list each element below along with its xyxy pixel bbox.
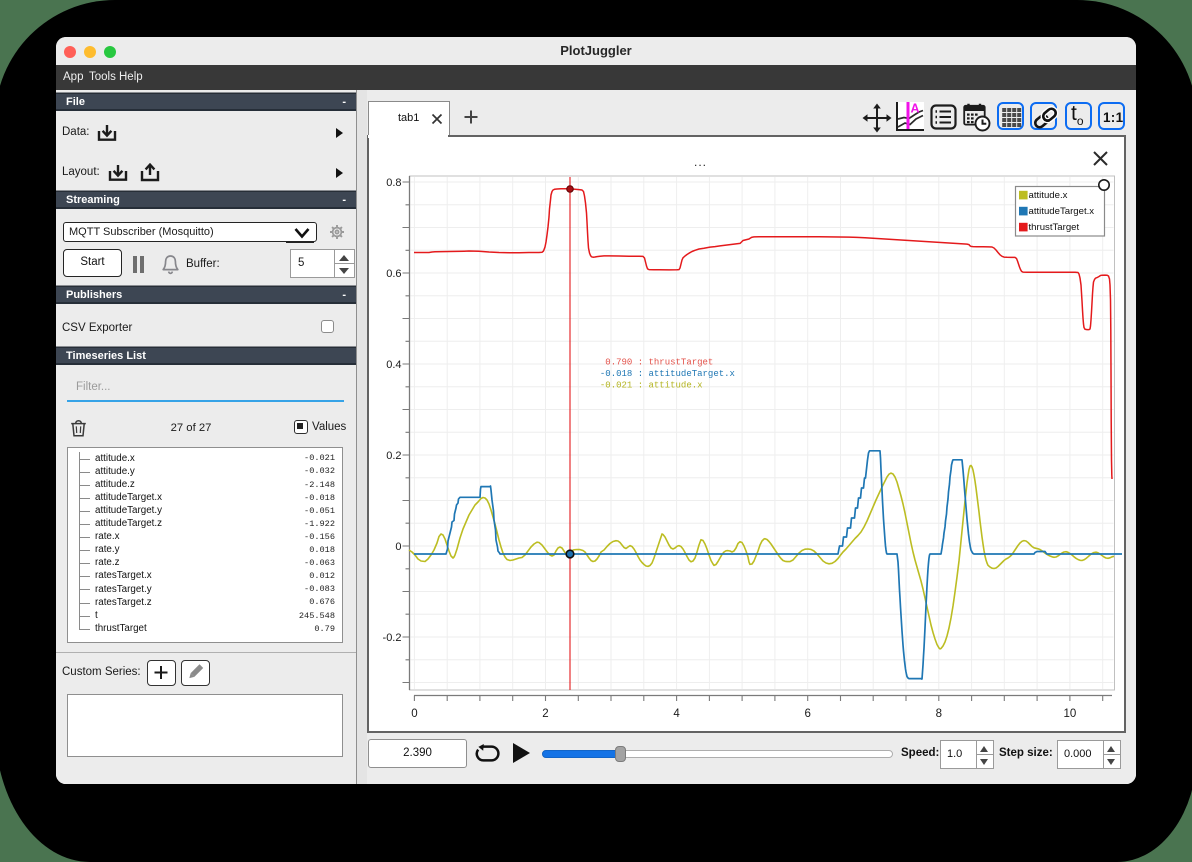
svg-text:thrustTarget: thrustTarget: [1029, 222, 1080, 233]
svg-text:-0.018 : attitudeTarget.x: -0.018 : attitudeTarget.x: [595, 369, 735, 379]
svg-text:6: 6: [804, 708, 810, 720]
svg-text:attitudeTarget.x: attitudeTarget.x: [1029, 206, 1095, 217]
svg-text:-0.021 : attitude.x: -0.021 : attitude.x: [595, 381, 703, 391]
svg-text:attitude.x: attitude.x: [1029, 190, 1068, 201]
svg-text:8: 8: [936, 708, 942, 720]
svg-text:0.8: 0.8: [386, 177, 401, 189]
svg-text:0: 0: [395, 541, 401, 553]
svg-text:10: 10: [1064, 708, 1077, 720]
svg-text:0.6: 0.6: [386, 268, 401, 280]
svg-text:4: 4: [673, 708, 680, 720]
svg-text:0.790 : thrustTarget: 0.790 : thrustTarget: [595, 358, 714, 368]
svg-text:0: 0: [411, 708, 417, 720]
svg-text:A: A: [911, 102, 920, 116]
svg-text:0.2: 0.2: [386, 450, 401, 462]
svg-text:0.4: 0.4: [386, 359, 401, 371]
svg-text:-0.2: -0.2: [383, 632, 402, 644]
svg-text:2: 2: [542, 708, 548, 720]
